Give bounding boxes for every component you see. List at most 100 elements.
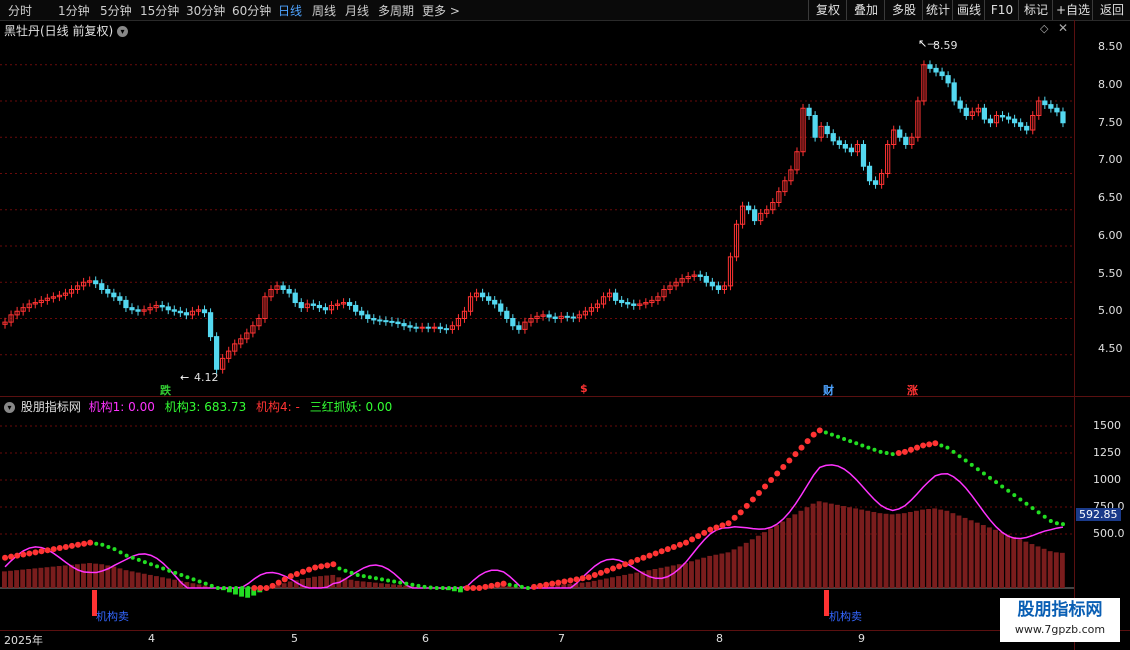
inst3-dot — [932, 440, 939, 447]
current-value-badge: 592.85 — [1076, 508, 1121, 521]
candle-body — [999, 115, 1006, 118]
histogram-bar — [610, 577, 615, 588]
inst3-dot — [179, 573, 184, 578]
price-tick: 4.50 — [1098, 342, 1123, 355]
candle-body — [1054, 107, 1060, 113]
period-tab-5min[interactable]: 5分钟 — [100, 2, 132, 19]
candle-body — [552, 316, 558, 319]
period-tab-monthly[interactable]: 月线 — [345, 2, 369, 19]
inst3-dot — [81, 540, 88, 547]
inst3-dot — [349, 570, 354, 575]
restore-rights-button[interactable]: 复权 — [808, 0, 847, 20]
inst3-dot — [622, 561, 629, 568]
histogram-bar — [2, 571, 7, 588]
price-tick: 6.50 — [1098, 191, 1123, 204]
period-tab-1min[interactable]: 1分钟 — [58, 2, 90, 19]
histogram-bar — [135, 572, 141, 588]
multi-stock-button[interactable]: 多股 — [884, 0, 923, 20]
statistics-button[interactable]: 统计 — [922, 0, 953, 20]
inst3-dot — [640, 554, 647, 561]
event-tag-dollar[interactable]: $ — [580, 382, 588, 395]
inst3-dot — [914, 444, 921, 451]
inst3-dot — [816, 427, 823, 434]
histogram-bar — [713, 554, 719, 588]
inst3-dot — [373, 576, 378, 581]
histogram-bar — [397, 585, 403, 588]
histogram-bar — [920, 509, 925, 588]
histogram-bar — [26, 568, 32, 588]
period-tab-fenshi[interactable]: 分时 — [8, 2, 32, 19]
more-periods-menu[interactable]: 更多 > — [422, 2, 460, 19]
period-tab-30min[interactable]: 30分钟 — [186, 2, 225, 19]
candle-body — [1024, 125, 1030, 131]
draw-line-button[interactable]: 画线 — [952, 0, 985, 20]
inst3-dot — [464, 585, 471, 591]
mark-button[interactable]: 标记 — [1018, 0, 1053, 20]
back-button[interactable]: 返回 — [1092, 0, 1130, 20]
histogram-bar — [828, 503, 834, 588]
period-tab-daily[interactable]: 日线 — [278, 2, 302, 19]
candle-body — [504, 310, 510, 319]
chevron-down-icon[interactable]: ▾ — [117, 26, 129, 37]
high-arrow-icon: ↖— — [918, 37, 939, 50]
histogram-bar — [682, 563, 688, 588]
histogram-bar — [749, 539, 755, 588]
overlay-button[interactable]: 叠加 — [846, 0, 885, 20]
histogram-bar — [1011, 536, 1017, 588]
candle-body — [111, 292, 117, 298]
histogram-bar — [87, 563, 92, 588]
indicator-tick: 1500 — [1093, 419, 1121, 432]
histogram-bar — [68, 564, 74, 588]
inst3-dot — [810, 431, 817, 438]
histogram-bar — [8, 570, 13, 588]
inst3-dot — [842, 436, 847, 441]
histogram-bar — [986, 527, 992, 588]
period-tab-15min[interactable]: 15分钟 — [140, 2, 179, 19]
candle-body — [824, 125, 830, 135]
candle-body — [715, 285, 722, 290]
inst3-dot — [579, 575, 586, 582]
inst3-dot — [1000, 484, 1005, 489]
candle-body — [213, 336, 220, 370]
inst3-dot — [434, 586, 439, 590]
candle-body — [987, 118, 994, 124]
histogram-bar — [1005, 534, 1011, 588]
period-tab-multi[interactable]: 多周期 — [378, 2, 414, 19]
inst3-dot — [969, 462, 974, 467]
histogram-bar — [154, 576, 159, 588]
histogram-bar — [883, 513, 889, 588]
time-axis-divider — [0, 630, 1130, 631]
inst3-dot — [281, 576, 288, 583]
candlestick-chart[interactable] — [0, 38, 1074, 396]
watermark-logo: 股朋指标网 www.7gpzb.com — [1000, 598, 1120, 642]
histogram-bar — [695, 559, 700, 588]
inst3-dot — [628, 559, 635, 566]
diamond-icon[interactable]: ◇ — [1040, 22, 1048, 35]
indicator-chart[interactable] — [0, 410, 1074, 630]
candle-body — [183, 312, 190, 316]
period-tab-60min[interactable]: 60分钟 — [232, 2, 271, 19]
histogram-bar — [944, 510, 950, 588]
histogram-bar — [312, 576, 317, 588]
f10-button[interactable]: F10 — [984, 0, 1019, 20]
inst3-dot — [62, 543, 69, 550]
histogram-bar — [50, 566, 56, 588]
histogram-bar — [360, 581, 366, 588]
close-icon[interactable]: ✕ — [1058, 21, 1068, 35]
histogram-bar — [780, 521, 786, 588]
histogram-bar — [591, 580, 597, 588]
candle-body — [866, 165, 873, 182]
candle-body — [709, 281, 715, 287]
candle-body — [963, 107, 969, 116]
add-watchlist-button[interactable]: +自选 — [1052, 0, 1093, 20]
inst3-dot — [884, 451, 889, 455]
time-label: 5 — [291, 632, 298, 645]
candle-body — [957, 100, 963, 109]
inst3-dot — [561, 578, 568, 585]
period-tab-weekly[interactable]: 周线 — [312, 2, 336, 19]
candle-body — [316, 304, 323, 309]
inst3-dot — [1018, 497, 1023, 502]
inst3-dot — [337, 566, 342, 571]
histogram-bar — [123, 570, 129, 588]
inst3-dot — [774, 470, 781, 477]
